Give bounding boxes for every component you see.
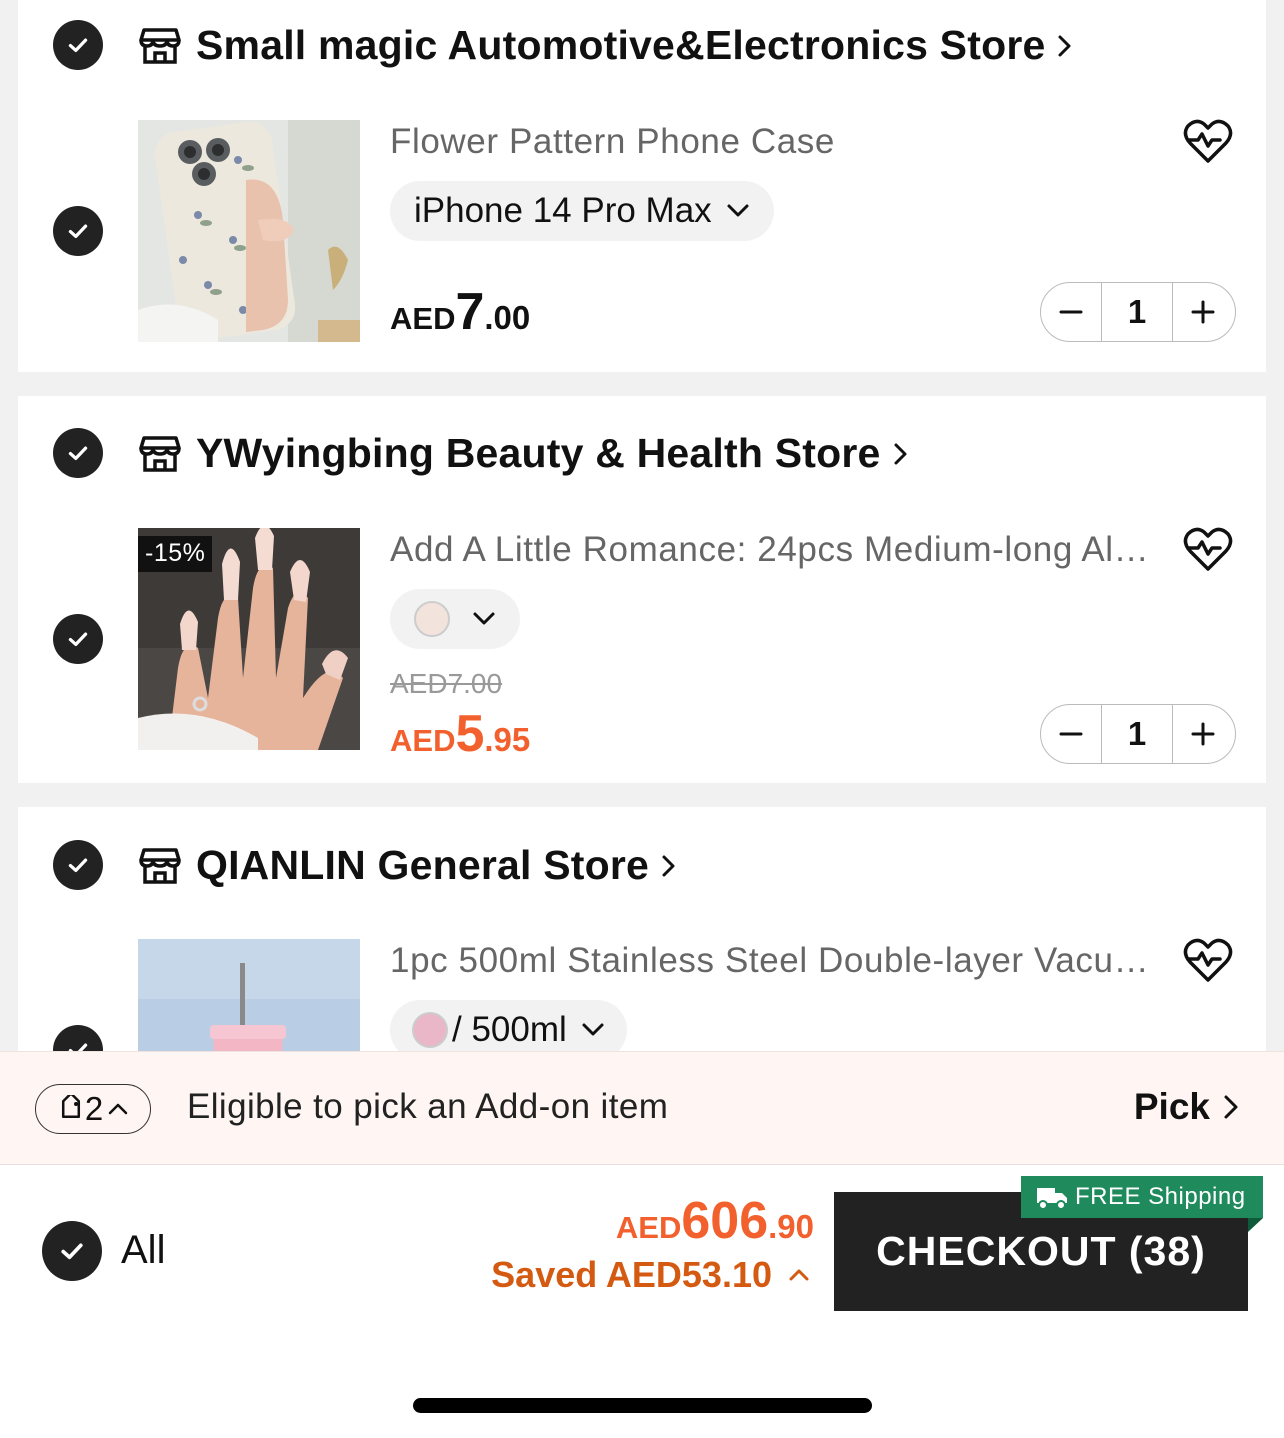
- increase-quantity-button[interactable]: [1173, 705, 1233, 763]
- wishlist-heart-icon[interactable]: [1182, 937, 1234, 985]
- chevron-right-icon: [1224, 1095, 1238, 1119]
- sale-price: AED5.95: [390, 705, 531, 763]
- home-indicator[interactable]: [413, 1398, 872, 1413]
- check-icon: [68, 446, 88, 461]
- store-header[interactable]: YWyingbing Beauty & Health Store: [138, 430, 911, 477]
- item-select-checkbox[interactable]: [53, 206, 103, 256]
- product-title[interactable]: Flower Pattern Phone Case: [390, 122, 1150, 162]
- savings-text: Saved AED53.10: [491, 1254, 772, 1295]
- item-select-checkbox[interactable]: [53, 614, 103, 664]
- product-image-tumbler[interactable]: [138, 939, 360, 1067]
- chevron-up-icon: [108, 1103, 128, 1115]
- pick-addon-button[interactable]: Pick: [1134, 1086, 1240, 1128]
- select-all-checkbox[interactable]: [42, 1221, 102, 1281]
- store-card-small-magic: Small magic Automotive&Electronics Store…: [18, 0, 1266, 372]
- decrease-quantity-button[interactable]: [1041, 705, 1101, 763]
- check-icon: [61, 1243, 83, 1260]
- discount-badge: -15%: [138, 536, 213, 572]
- store-card-qianlin: QIANLIN General Store 1pc 500ml Stainles…: [18, 807, 1266, 1067]
- wishlist-heart-icon[interactable]: [1182, 526, 1234, 574]
- free-shipping-badge: FREE Shipping: [1021, 1176, 1263, 1218]
- product-price: AED7.00: [390, 283, 531, 341]
- store-card-ywyingbing: YWyingbing Beauty & Health Store -15% Ad…: [18, 396, 1266, 783]
- chevron-down-icon: [727, 204, 749, 217]
- store-select-checkbox[interactable]: [53, 840, 103, 890]
- quantity-stepper: 1: [1040, 282, 1236, 342]
- store-icon: [139, 847, 181, 884]
- badge-fold: [1248, 1218, 1263, 1232]
- variant-label: iPhone 14 Pro Max: [414, 191, 712, 230]
- cart-total: AED606.90: [615, 1192, 814, 1250]
- chevron-down-icon: [473, 612, 495, 625]
- store-name: Small magic Automotive&Electronics Store: [196, 22, 1046, 68]
- increase-quantity-button[interactable]: [1173, 283, 1233, 341]
- color-swatch: [412, 1012, 448, 1048]
- store-name: QIANLIN General Store: [196, 842, 650, 888]
- check-icon: [68, 38, 88, 53]
- chevron-up-icon: [789, 1269, 809, 1281]
- minus-icon: [1059, 310, 1083, 314]
- chevron-right-icon: [894, 443, 907, 464]
- plus-icon: [1191, 722, 1215, 746]
- color-swatch: [414, 601, 450, 637]
- addon-message: Eligible to pick an Add-on item: [187, 1087, 669, 1126]
- variant-selector[interactable]: iPhone 14 Pro Max: [390, 181, 774, 241]
- decrease-quantity-button[interactable]: [1041, 283, 1101, 341]
- store-icon: [139, 435, 181, 472]
- check-icon: [68, 632, 88, 647]
- quantity-stepper: 1: [1040, 704, 1236, 764]
- chevron-right-icon: [662, 855, 675, 876]
- store-header[interactable]: QIANLIN General Store: [138, 842, 679, 889]
- coupon-count: 2: [84, 1090, 104, 1127]
- wishlist-heart-icon[interactable]: [1182, 118, 1234, 166]
- product-title[interactable]: Add A Little Romance: 24pcs Medium-long …: [390, 530, 1150, 570]
- coupon-tag-icon: [61, 1095, 80, 1119]
- addon-banner: 2 Eligible to pick an Add-on item Pick: [0, 1051, 1284, 1165]
- pick-label: Pick: [1133, 1086, 1210, 1127]
- check-icon: [68, 224, 88, 239]
- quantity-value[interactable]: 1: [1101, 705, 1173, 763]
- coupon-count-button[interactable]: 2: [35, 1084, 151, 1134]
- checkout-bar: All AED606.90 Saved AED53.10 CHECKOUT (3…: [0, 1165, 1284, 1438]
- store-select-checkbox[interactable]: [53, 428, 103, 478]
- variant-selector[interactable]: [390, 589, 520, 649]
- quantity-value[interactable]: 1: [1101, 283, 1173, 341]
- store-select-checkbox[interactable]: [53, 20, 103, 70]
- free-shipping-text: FREE Shipping: [1075, 1183, 1246, 1210]
- chevron-right-icon: [1058, 35, 1071, 56]
- plus-icon: [1191, 300, 1215, 324]
- product-image-phone-case[interactable]: [138, 120, 360, 342]
- truck-icon: [1037, 1188, 1067, 1210]
- store-header[interactable]: Small magic Automotive&Electronics Store: [138, 22, 1075, 69]
- chevron-down-icon: [582, 1023, 604, 1036]
- select-all-label[interactable]: All: [121, 1228, 165, 1273]
- check-icon: [68, 858, 88, 873]
- minus-icon: [1059, 732, 1083, 736]
- store-icon: [139, 27, 181, 64]
- savings-toggle[interactable]: Saved AED53.10: [491, 1254, 810, 1296]
- store-name: YWyingbing Beauty & Health Store: [196, 430, 881, 476]
- product-image-fake-nails[interactable]: -15%: [138, 528, 360, 750]
- variant-label: / 500ml: [452, 1010, 567, 1049]
- product-title[interactable]: 1pc 500ml Stainless Steel Double-layer V…: [390, 941, 1150, 981]
- original-price: AED7.00: [390, 668, 503, 699]
